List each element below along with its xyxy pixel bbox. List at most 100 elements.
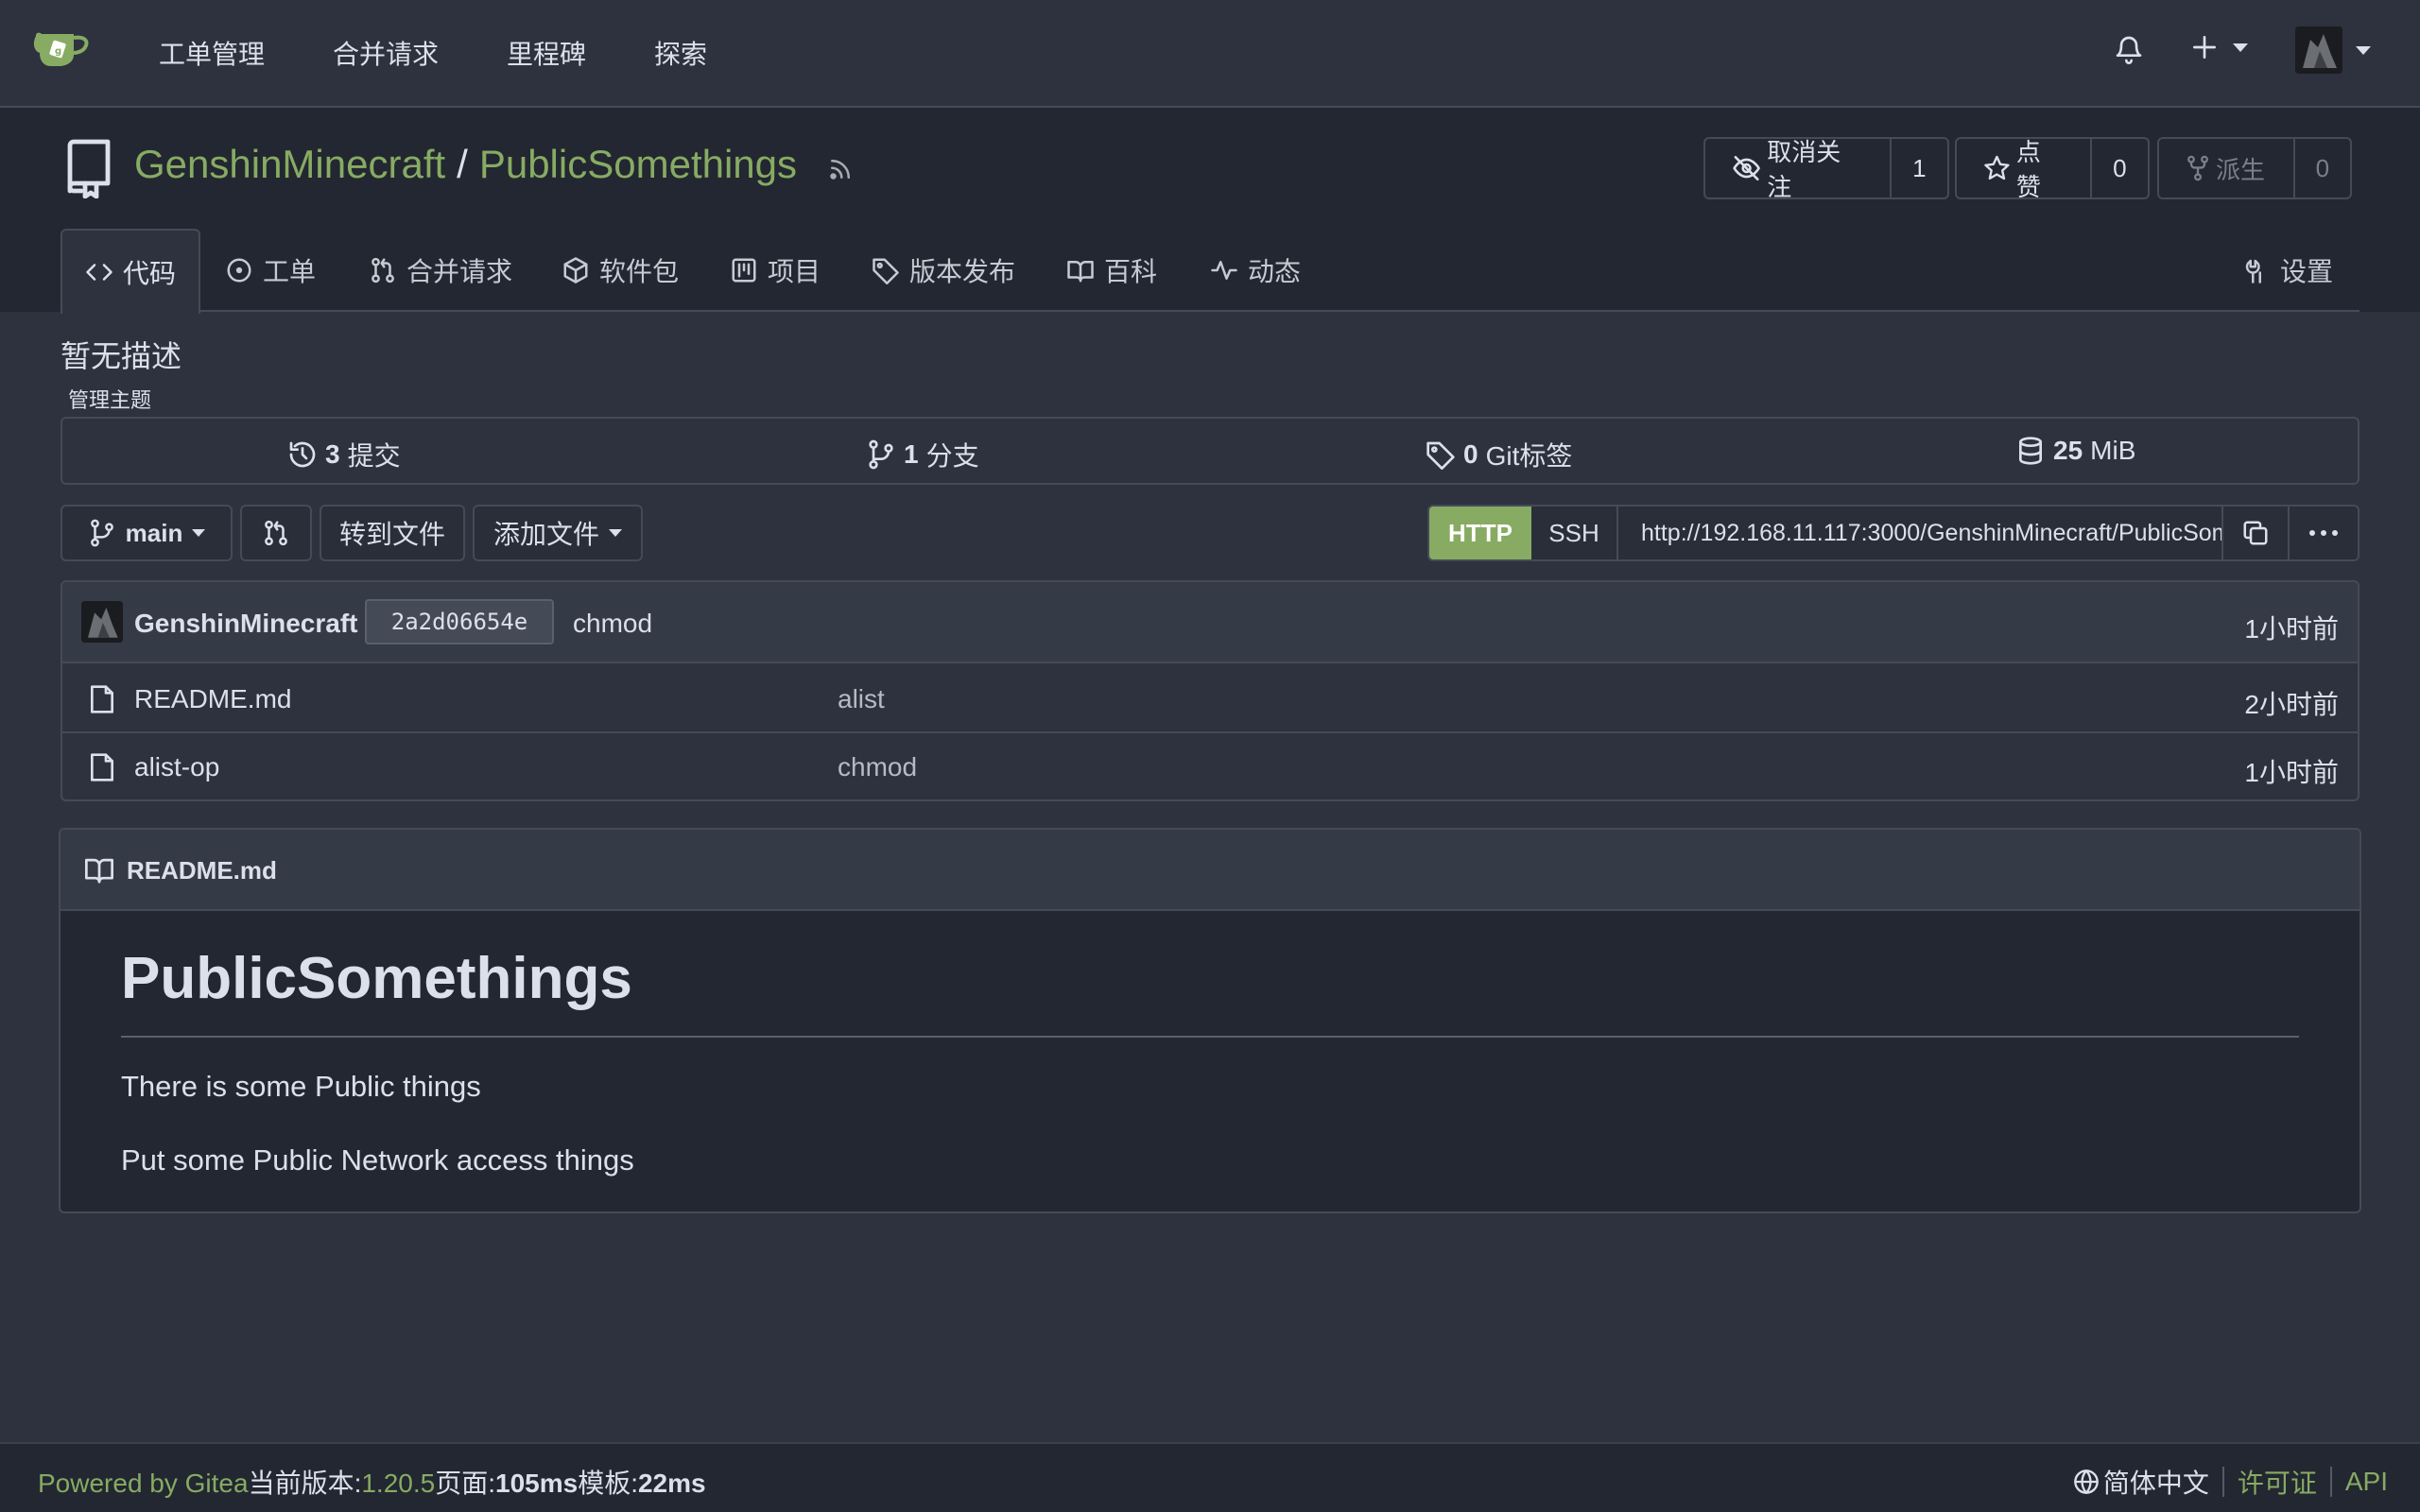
tab-activity-label: 动态 (1248, 257, 1302, 286)
star-button[interactable]: 点赞 (1957, 139, 2092, 198)
kebab-horizontal-icon (2309, 530, 2338, 536)
template-time-label: 模板: (578, 1469, 638, 1498)
api-link[interactable]: API (2345, 1467, 2388, 1497)
gitea-logo[interactable]: g (32, 26, 91, 72)
bell-icon[interactable] (2114, 32, 2144, 66)
commits-stat[interactable]: 3 提交 (287, 436, 401, 473)
clone-ssh-button[interactable]: SSH (1531, 507, 1618, 559)
nav-pulls[interactable]: 合并请求 (333, 34, 439, 72)
repo-owner-link[interactable]: GenshinMinecraft (134, 142, 445, 186)
table-row[interactable]: alist-op chmod 1小时前 (62, 733, 2358, 799)
file-name[interactable]: alist-op (134, 752, 219, 782)
avatar[interactable] (81, 601, 123, 643)
fork-button-group: 派生 0 (2157, 137, 2352, 199)
tab-packages[interactable]: 软件包 (562, 229, 679, 312)
create-menu[interactable] (2189, 32, 2248, 62)
fork-button[interactable]: 派生 (2159, 139, 2295, 198)
commit-author[interactable]: GenshinMinecraft (134, 609, 357, 639)
table-row[interactable]: README.md alist 2小时前 (62, 665, 2358, 733)
watch-count[interactable]: 1 (1892, 139, 1947, 198)
branch-icon (90, 519, 113, 547)
unwatch-button[interactable]: 取消关注 (1705, 139, 1892, 198)
nav-issues[interactable]: 工单管理 (159, 34, 265, 72)
tab-projects[interactable]: 项目 (730, 229, 821, 312)
tab-code-label: 代码 (123, 259, 177, 288)
file-commit-message[interactable]: chmod (838, 752, 917, 782)
tool-icon (2245, 259, 2261, 284)
eye-slash-icon (1733, 156, 1760, 180)
readme-paragraph: There is some Public things (121, 1070, 481, 1103)
tag-icon (1426, 441, 1455, 470)
branch-selector[interactable]: main (60, 505, 233, 561)
repo-name-link[interactable]: PublicSomethings (479, 142, 797, 186)
clone-panel: HTTP SSH http://192.168.11.117:3000/Gens… (1427, 505, 2360, 561)
page-footer: Powered by Gitea当前版本:1.20.5页面:105ms模板:22… (0, 1442, 2420, 1512)
goto-file-button[interactable]: 转到文件 (320, 505, 465, 561)
star-icon (1984, 155, 2010, 180)
commit-time: 1小时前 (2244, 614, 2339, 644)
chevron-down-icon (2356, 45, 2371, 55)
commit-sha[interactable]: 2a2d06654e (365, 599, 554, 644)
file-icon (91, 685, 113, 713)
tab-activity[interactable]: 动态 (1210, 229, 1301, 312)
tab-wiki[interactable]: 百科 (1066, 229, 1157, 312)
language-selector[interactable]: 简体中文 (2073, 1463, 2209, 1501)
commit-message[interactable]: chmod (573, 609, 652, 639)
clone-url-input[interactable]: http://192.168.11.117:3000/GenshinMinecr… (1618, 507, 2223, 559)
repo-separator: / (457, 142, 468, 186)
compare-button[interactable] (240, 505, 312, 561)
branch-icon (869, 439, 893, 470)
more-options-button[interactable] (2290, 507, 2358, 559)
nav-explore[interactable]: 探索 (654, 34, 707, 72)
readme-divider (121, 1036, 2299, 1038)
file-table: GenshinMinecraft 2a2d06654e chmod 1小时前 R… (60, 580, 2360, 801)
tab-code[interactable]: 代码 (60, 229, 201, 314)
tab-issues-label: 工单 (263, 257, 317, 286)
fork-label: 派生 (2216, 155, 2266, 184)
fork-count[interactable]: 0 (2295, 139, 2350, 198)
tab-projects-label: 项目 (768, 257, 821, 286)
star-label: 点赞 (2015, 138, 2041, 199)
license-link[interactable]: 许可证 (2238, 1463, 2317, 1501)
commits-count: 3 (325, 439, 340, 469)
repo-title: GenshinMinecraft / PublicSomethings (134, 142, 797, 187)
file-icon (91, 753, 113, 782)
version-label: 当前版本: (248, 1469, 362, 1498)
branches-label: 分支 (925, 441, 979, 471)
tab-releases-label: 版本发布 (909, 257, 1016, 286)
size-count: 25 (2053, 436, 2083, 465)
copy-icon (2243, 521, 2268, 545)
clone-http-button[interactable]: HTTP (1429, 507, 1531, 559)
tab-releases[interactable]: 版本发布 (872, 229, 1015, 312)
file-commit-message[interactable]: alist (838, 684, 885, 714)
repo-stats-bar: 3 提交 1 分支 0 Git标签 25 MiB (60, 417, 2360, 485)
user-menu[interactable] (2295, 26, 2371, 74)
nav-milestones[interactable]: 里程碑 (507, 34, 586, 72)
rss-icon[interactable] (826, 155, 855, 183)
commits-label: 提交 (347, 441, 401, 471)
add-file-button[interactable]: 添加文件 (473, 505, 643, 561)
tags-stat[interactable]: 0 Git标签 (1426, 436, 1572, 473)
tags-count: 0 (1463, 439, 1478, 469)
manage-topics-link[interactable]: 管理主题 (68, 384, 151, 414)
template-time-value: 22ms (637, 1469, 706, 1498)
file-name[interactable]: README.md (134, 684, 291, 714)
readme-filename[interactable]: README.md (127, 856, 277, 885)
top-navbar: g 工单管理 合并请求 里程碑 探索 (0, 0, 2420, 108)
star-count[interactable]: 0 (2092, 139, 2148, 198)
powered-by-link[interactable]: Powered by Gitea (38, 1469, 249, 1498)
page-time-value: 105ms (495, 1469, 579, 1498)
tab-issues[interactable]: 工单 (225, 229, 316, 312)
chevron-down-icon (609, 529, 622, 537)
repo-description: 暂无描述 (60, 339, 182, 373)
branches-stat[interactable]: 1 分支 (866, 436, 979, 473)
readme-panel: README.md PublicSomethings There is some… (59, 828, 2361, 1213)
version-value: 1.20.5 (361, 1469, 436, 1498)
pulse-icon (1211, 261, 1237, 280)
pull-request-icon (372, 257, 394, 284)
copy-url-button[interactable] (2223, 507, 2290, 559)
tab-pulls[interactable]: 合并请求 (369, 229, 512, 312)
tab-settings[interactable]: 设置 (2242, 229, 2333, 312)
tags-label: Git标签 (1485, 441, 1573, 471)
globe-icon (2073, 1469, 2099, 1494)
